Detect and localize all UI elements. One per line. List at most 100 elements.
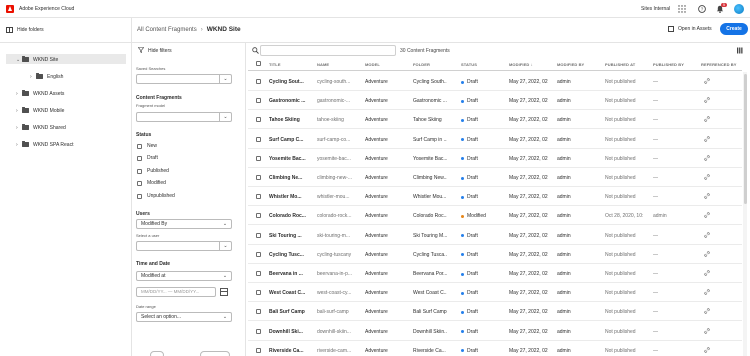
column-name[interactable]: NAME [317, 62, 329, 67]
tree-item-wknd-site[interactable]: ⌄ WKND Site [16, 55, 58, 64]
cell-title[interactable]: Ski Touring ... [269, 233, 307, 239]
help-icon[interactable]: ? [697, 4, 707, 14]
create-button[interactable]: Create [720, 23, 748, 35]
tree-item-wknd-spa-react[interactable]: › WKND SPA React [16, 140, 73, 149]
cell-title[interactable]: Gastronomic ... [269, 98, 307, 104]
link-icon[interactable] [704, 135, 710, 144]
table-row[interactable]: Whistler Mo... whistler-mou... Adventure Wh… [248, 187, 742, 207]
cell-title[interactable]: Downhill Ski... [269, 329, 307, 335]
row-checkbox[interactable] [256, 251, 261, 257]
date-range-select[interactable]: Select an option... ⌄ [136, 312, 232, 322]
hide-folders-button[interactable]: Hide folders [6, 27, 44, 33]
link-icon[interactable] [704, 308, 710, 316]
cell-title[interactable]: Colorado Roc... [269, 213, 307, 219]
table-row[interactable]: Colorado Roc... colorado-rock... Adventure… [248, 206, 742, 226]
search-input[interactable] [260, 45, 396, 56]
fragment-model-select[interactable]: ⌄ [136, 112, 232, 122]
row-checkbox[interactable] [256, 79, 261, 84]
cell-title[interactable]: Cycling Sout... [269, 79, 307, 85]
row-checkbox[interactable] [256, 155, 261, 161]
link-icon[interactable] [704, 231, 710, 240]
row-checkbox[interactable] [256, 194, 261, 200]
tree-item-english[interactable]: › English [30, 72, 63, 81]
column-referenced-by[interactable]: REFERENCED BY [701, 62, 737, 67]
table-row[interactable]: Tahoe Skiing tahoe-skiing Adventure Tahoe S… [248, 110, 742, 130]
row-checkbox[interactable] [256, 232, 261, 238]
checkbox[interactable] [137, 193, 142, 199]
hide-filters-button[interactable]: Hide filters [137, 47, 172, 55]
status-checkbox-draft[interactable]: Draft [137, 155, 158, 161]
org-switcher[interactable]: Sites Internal [641, 6, 670, 12]
column-model[interactable]: MODEL [365, 62, 380, 67]
table-row[interactable]: Downhill Ski... downhill-skiin... Adventur… [248, 322, 742, 341]
table-row[interactable]: Climbing Ne... climbing-new-... Adventure C… [248, 168, 742, 187]
adobe-logo[interactable] [6, 4, 14, 13]
row-checkbox[interactable] [256, 271, 261, 276]
apply-button[interactable] [200, 351, 230, 356]
time-select[interactable]: Modified at ⌄ [136, 271, 232, 281]
tree-item-wknd-assets[interactable]: › WKND Assets [16, 89, 64, 98]
link-icon[interactable] [704, 347, 710, 355]
table-row[interactable]: Cycling Sout... cycling-south... Adventure… [248, 72, 742, 91]
status-checkbox-unpublished[interactable]: Unpublished [137, 193, 175, 199]
row-checkbox[interactable] [256, 117, 261, 123]
cell-title[interactable]: West Coast C... [269, 290, 307, 296]
link-icon[interactable] [704, 174, 710, 182]
date-range-input[interactable]: MM/DD/YY... — MM/DD/YY... [136, 287, 216, 297]
row-checkbox[interactable] [256, 347, 261, 353]
cell-title[interactable]: Whistler Mo... [269, 194, 307, 200]
tree-item-wknd-shared[interactable]: › WKND Shared [16, 123, 66, 132]
table-row[interactable]: Yosemite Bac... yosemite-bac... Adventure Y… [248, 149, 742, 168]
checkbox[interactable] [137, 180, 142, 186]
table-row[interactable]: West Coast C... west-coast-cy... Adventure… [248, 283, 742, 303]
cell-title[interactable]: Tahoe Skiing [269, 117, 307, 123]
status-checkbox-modified[interactable]: Modified [137, 180, 166, 186]
link-icon[interactable] [704, 270, 710, 278]
cell-title[interactable]: Beervana in ... [269, 271, 307, 277]
search-icon[interactable] [252, 47, 259, 56]
tree-item-wknd-mobile[interactable]: › WKND Mobile [16, 106, 64, 115]
table-row[interactable]: Cycling Tusc... cycling-tuscany Adventure C… [248, 245, 742, 264]
column-folder[interactable]: FOLDER [413, 62, 430, 67]
cell-title[interactable]: Surf Camp C... [269, 137, 307, 143]
row-checkbox[interactable] [256, 136, 261, 142]
scrollbar-thumb[interactable] [743, 74, 747, 204]
status-checkbox-published[interactable]: Published [137, 168, 169, 174]
scrollbar[interactable] [743, 72, 747, 356]
link-icon[interactable] [704, 116, 710, 124]
link-icon[interactable] [704, 155, 710, 163]
link-icon[interactable] [704, 193, 710, 201]
link-icon[interactable] [704, 289, 710, 297]
column-published-at[interactable]: PUBLISHED AT [605, 62, 635, 67]
table-row[interactable]: Gastronomic ... gastronomic-... Adventure G… [248, 91, 742, 111]
column-modified[interactable]: MODIFIED ↓ [509, 62, 533, 67]
avatar[interactable] [734, 4, 744, 14]
column-status[interactable]: STATUS [461, 62, 477, 67]
link-icon[interactable] [704, 97, 710, 105]
table-row[interactable]: Bali Surf Camp bali-surf-camp Adventure Bal… [248, 302, 742, 322]
checkbox[interactable] [137, 168, 142, 174]
row-checkbox[interactable] [256, 290, 261, 296]
link-icon[interactable] [704, 251, 710, 259]
checkbox[interactable] [137, 143, 142, 149]
users-select[interactable]: Modified By ⌄ [136, 219, 232, 229]
row-checkbox[interactable] [256, 309, 261, 315]
cell-title[interactable]: Cycling Tusc... [269, 252, 307, 258]
table-row[interactable]: Surf Camp C... surf-camp-co... Adventure Su… [248, 130, 742, 149]
table-row[interactable]: Beervana in ... beervana-in-p... Adventure… [248, 264, 742, 283]
link-icon[interactable] [704, 327, 710, 336]
row-checkbox[interactable] [256, 98, 261, 104]
saved-searches-select[interactable]: ⌄ [136, 74, 232, 84]
table-row[interactable]: Ski Touring ... ski-touring-m... Adventure… [248, 226, 742, 245]
cell-title[interactable]: Climbing Ne... [269, 175, 307, 181]
breadcrumb-root[interactable]: All Content Fragments [137, 27, 197, 33]
table-row[interactable]: Riverside Ca... riverside-cam... Adventure… [248, 341, 742, 356]
view-switch-icon[interactable] [737, 47, 744, 56]
select-all-checkbox[interactable] [256, 61, 261, 66]
cell-title[interactable]: Bali Surf Camp [269, 309, 307, 315]
status-checkbox-new[interactable]: New [137, 143, 157, 149]
apps-grid-icon[interactable] [677, 4, 687, 14]
app-title[interactable]: Adobe Experience Cloud [19, 6, 74, 12]
user-select[interactable]: ⌄ [136, 241, 232, 251]
cell-title[interactable]: Riverside Ca... [269, 348, 307, 354]
